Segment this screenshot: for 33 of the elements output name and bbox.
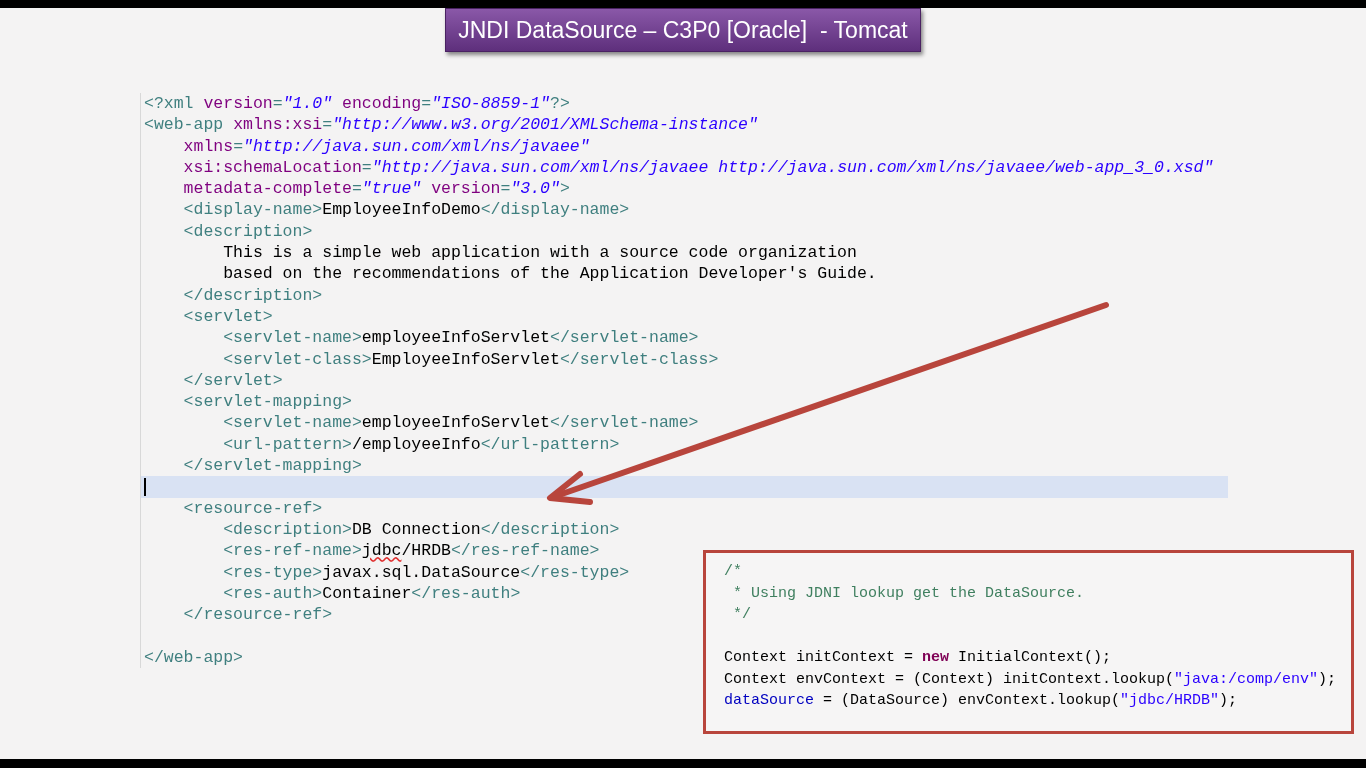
code-line: <web-app xmlns:xsi="http://www.w3.org/2001/XMLSchema-instance" [144, 114, 758, 136]
code-line: */ [732, 605, 751, 625]
code-line: <servlet> [182, 305, 273, 328]
code-line: <resource-ref> [182, 497, 323, 519]
code-line: <servlet-name>employeeInfoServlet</servlet-name> [222, 327, 699, 349]
code-line: <res-auth>Container</res-auth> [222, 582, 521, 605]
code-line: <res-ref-name>jdbc/HRDB</res-ref-name> [222, 540, 600, 562]
code-line: </web-app> [144, 646, 244, 668]
code-line: </servlet> [182, 369, 283, 392]
code-line: xsi:schemaLocation="http://java.sun.com/xml/ns/javaee http://java.sun.com/xml/ns/javaee/web-app_3_0.xsd" [182, 156, 1214, 179]
code-line: <?xml version="1.0" encoding="ISO-8859-1"?> [144, 93, 570, 115]
code-line: This is a simple web application with a source code organization [222, 242, 857, 264]
code-line: <res-type>javax.sql.DataSource</res-type> [222, 561, 630, 583]
code-line: <servlet-class>EmployeeInfoServlet</servlet-class> [222, 348, 719, 370]
text-cursor [144, 478, 146, 497]
code-line: based on the recommendations of the Application Developer's Guide. [222, 263, 877, 285]
code-line: <servlet-name>employeeInfoServlet</servlet-name> [222, 412, 699, 434]
code-line: <display-name>EmployeeInfoDemo</display-name> [182, 199, 630, 221]
code-line: </servlet-mapping> [182, 455, 362, 477]
code-line: Context envContext = (Context) initContext.lookup("java:/comp/env"); [724, 669, 1337, 690]
code-line: <url-pattern>/employeeInfo</url-pattern> [222, 433, 620, 456]
code-line: metadata-complete="true" version="3.0"> [182, 178, 570, 200]
code-line: <servlet-mapping> [182, 391, 352, 413]
code-line: </resource-ref> [182, 604, 333, 626]
code-line: dataSource = (DataSource) envContext.lookup("jdbc/HRDB"); [724, 691, 1238, 711]
slide-title: JNDI DataSource – C3P0 [Oracle] - Tomcat [445, 8, 921, 52]
code-line: Context initContext = new InitialContext(); [724, 648, 1112, 668]
code-line: /* [724, 562, 742, 582]
code-line: xmlns="http://java.sun.com/xml/ns/javaee" [182, 135, 590, 157]
code-line: <description>DB Connection</description> [222, 518, 620, 541]
code-line: * Using JDNI lookup get the DataSource. [732, 583, 1085, 604]
code-line: </description> [182, 284, 323, 306]
code-line: <description> [182, 220, 313, 243]
